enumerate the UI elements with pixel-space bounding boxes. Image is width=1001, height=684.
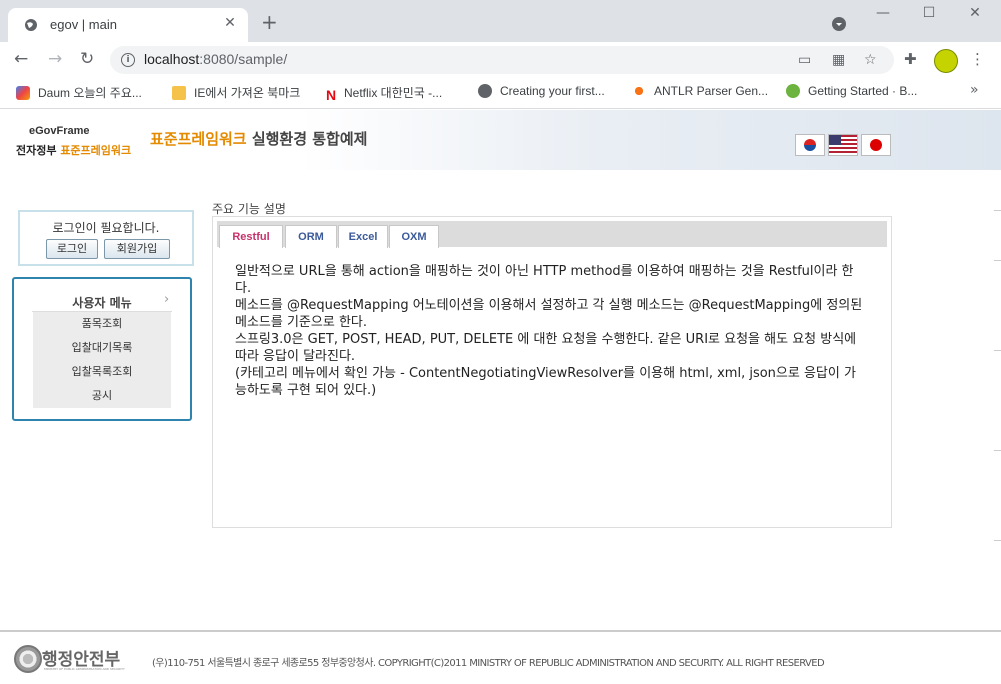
japan-flag-icon[interactable] xyxy=(861,134,891,156)
back-arrow-icon[interactable]: ← xyxy=(14,50,28,68)
bookmark-item[interactable]: ANTLR Parser Gen... xyxy=(632,84,768,98)
tab-restful[interactable]: Restful xyxy=(219,225,283,248)
footer-copyright: (우)110-751 서울특별시 종로구 세종로55 정부중앙청사. COPYR… xyxy=(152,658,825,669)
bookmark-item[interactable]: Daum 오늘의 주요... xyxy=(16,84,142,101)
apps-grid-icon[interactable]: ▦ xyxy=(832,52,845,68)
close-tab-icon[interactable]: ✕ xyxy=(220,15,240,31)
description-paragraph: (카테고리 메뉴에서 확인 가능 - ContentNegotiatingVie… xyxy=(235,366,856,398)
bookmarks-overflow-button[interactable]: » xyxy=(970,82,979,98)
maximize-button[interactable]: ☐ xyxy=(914,5,944,21)
browser-titlebar: egov | main ✕ + — ☐ ✕ xyxy=(0,0,1001,42)
divider xyxy=(994,450,1001,451)
user-menu-title: 사용자 메뉴 xyxy=(72,296,132,310)
user-menu: 사용자 메뉴 › 품목조회 입찰대기목록 입찰목록조회 공시 xyxy=(12,277,192,421)
tab-excel[interactable]: Excel xyxy=(338,225,388,248)
forward-arrow-icon[interactable]: → xyxy=(48,50,62,68)
feature-panel: Restful ORM Excel OXM 일반적으로 URL을 통해 acti… xyxy=(212,216,892,528)
new-tab-button[interactable]: + xyxy=(261,12,278,32)
globe-icon xyxy=(25,19,37,31)
tab-search-icon[interactable] xyxy=(832,17,846,31)
reload-icon[interactable]: ↻ xyxy=(80,50,94,68)
logo-line1: eGovFrame xyxy=(29,125,90,137)
divider xyxy=(994,260,1001,261)
logo-line2: 전자정부 표준프레임워크 xyxy=(16,144,132,157)
globe-icon xyxy=(478,84,492,98)
tab-orm[interactable]: ORM xyxy=(285,225,337,248)
profile-avatar[interactable] xyxy=(934,49,958,73)
tab-title: egov | main xyxy=(50,17,117,32)
chevron-right-icon: › xyxy=(164,292,170,307)
bookmark-item[interactable]: N Netflix 대한민국 -... xyxy=(326,84,442,102)
bookmark-star-icon[interactable]: ☆ xyxy=(864,52,877,68)
korean-flag-icon[interactable] xyxy=(795,134,825,156)
menu-dots-icon[interactable]: ⋮ xyxy=(970,50,985,68)
feature-tabs: Restful ORM Excel OXM xyxy=(217,221,887,248)
footer-divider xyxy=(0,630,1001,632)
menu-item-bid-waiting-list[interactable]: 입찰대기목록 xyxy=(33,336,171,360)
menu-item-bid-list-search[interactable]: 입찰목록조회 xyxy=(33,360,171,384)
close-window-button[interactable]: ✕ xyxy=(960,5,990,21)
daum-icon xyxy=(16,86,30,100)
login-message: 로그인이 필요합니다. xyxy=(52,221,160,235)
folder-icon xyxy=(172,86,186,100)
page-title: 표준프레임워크 실행환경 통합예제 xyxy=(150,130,368,148)
cast-icon[interactable]: ▭ xyxy=(798,52,811,68)
signup-button[interactable]: 회원가입 xyxy=(104,239,170,259)
site-info-icon[interactable]: i xyxy=(121,53,135,67)
description-paragraph: 메소드를 @RequestMapping 어노테이션을 이용해서 설정하고 각 … xyxy=(235,298,863,330)
page-content: eGovFrame 전자정부 표준프레임워크 표준프레임워크 실행환경 통합예제… xyxy=(0,110,1001,684)
menu-item-notice[interactable]: 공시 xyxy=(33,384,171,408)
extensions-puzzle-icon[interactable]: ✚ xyxy=(904,50,917,68)
netflix-icon: N xyxy=(326,87,337,103)
tab-oxm[interactable]: OXM xyxy=(389,225,439,248)
description-paragraph: 일반적으로 URL을 통해 action을 매핑하는 것이 아닌 HTTP me… xyxy=(235,264,854,296)
ministry-logo-subtitle: MINISTRY OF PUBLIC ADMINISTRATION AND SE… xyxy=(44,667,125,671)
site-header: eGovFrame 전자정부 표준프레임워크 표준프레임워크 실행환경 통합예제 xyxy=(0,110,1001,170)
divider xyxy=(994,540,1001,541)
user-menu-list: 품목조회 입찰대기목록 입찰목록조회 공시 xyxy=(33,312,171,408)
ministry-emblem-icon xyxy=(14,645,42,673)
spring-icon xyxy=(786,84,800,98)
divider xyxy=(994,350,1001,351)
login-box: 로그인이 필요합니다. 로그인 회원가입 xyxy=(18,210,194,266)
menu-item-item-search[interactable]: 품목조회 xyxy=(33,312,171,336)
login-button[interactable]: 로그인 xyxy=(46,239,98,259)
browser-toolbar: ← → ↻ i localhost:8080/sample/ ▭ ▦ ☆ ✚ ⋮ xyxy=(0,42,1001,78)
antlr-icon xyxy=(632,84,646,98)
divider xyxy=(994,210,1001,211)
feature-description: 일반적으로 URL을 통해 action을 매핑하는 것이 아닌 HTTP me… xyxy=(235,263,865,399)
browser-tab[interactable]: egov | main ✕ xyxy=(8,8,248,42)
minimize-button[interactable]: — xyxy=(868,5,898,21)
address-bar[interactable]: i localhost:8080/sample/ ▭ ▦ ☆ xyxy=(110,46,894,74)
description-paragraph: 스프링3.0은 GET, POST, HEAD, PUT, DELETE 에 대… xyxy=(235,332,857,364)
bookmark-item[interactable]: Creating your first... xyxy=(478,84,605,98)
section-label: 주요 기능 설명 xyxy=(212,202,286,216)
url-text: localhost:8080/sample/ xyxy=(144,51,288,67)
bookmark-item[interactable]: Getting Started · B... xyxy=(786,84,917,98)
bookmark-item[interactable]: IE에서 가져온 북마크 xyxy=(172,84,300,101)
bookmarks-bar: Daum 오늘의 주요... IE에서 가져온 북마크 N Netflix 대한민… xyxy=(0,78,1001,109)
us-flag-icon[interactable] xyxy=(828,134,858,156)
